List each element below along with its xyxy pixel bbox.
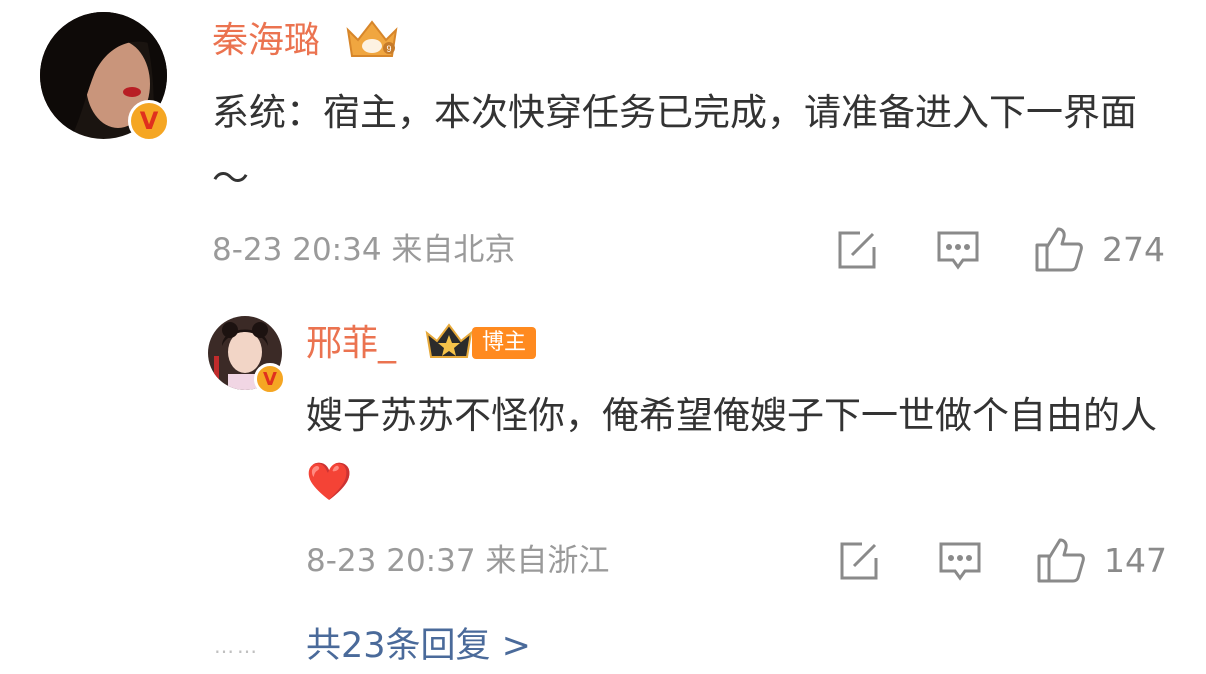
comment-meta: 8-23 20:34 来自北京: [212, 230, 515, 270]
reply-thumbs-up-icon[interactable]: [1036, 536, 1086, 588]
reply-crown-icon[interactable]: [424, 321, 474, 363]
reply-comment-icon[interactable]: [938, 540, 982, 588]
crown-badge-icon[interactable]: 9: [344, 16, 400, 64]
reply-verified-v-icon: V: [254, 363, 286, 395]
comment-icon[interactable]: [936, 229, 980, 277]
verified-v-icon: V: [128, 100, 170, 142]
view-all-replies-link[interactable]: 共23条回复 >: [306, 624, 531, 668]
host-badge: 博主: [472, 327, 537, 359]
reply-time: 20:37: [386, 543, 476, 579]
reply-username[interactable]: 邢菲_: [306, 322, 396, 366]
reply-text: 嫂子苏苏不怪你，俺希望俺嫂子下一世做个自由的人 ❤️: [306, 383, 1166, 515]
heart-emoji: ❤️: [306, 460, 353, 503]
reply-meta: 8-23 20:37 来自浙江: [306, 541, 609, 581]
reply-like-count: 147: [1104, 541, 1167, 580]
thumbs-up-icon[interactable]: [1034, 225, 1084, 277]
edit-icon[interactable]: [836, 229, 878, 275]
ellipsis-divider: ……: [214, 634, 260, 658]
reply-edit-icon[interactable]: [838, 540, 880, 586]
comment-text: 系统：宿主，本次快穿任务已完成，请准备进入下一界面～: [212, 91, 1137, 200]
svg-text:9: 9: [386, 44, 391, 54]
reply-text-content: 嫂子苏苏不怪你，俺希望俺嫂子下一世做个自由的人: [306, 394, 1157, 437]
comment-location: 来自北京: [391, 232, 516, 268]
like-count: 274: [1102, 230, 1165, 269]
reply-location: 来自浙江: [485, 543, 610, 579]
comment-date: 8-23: [212, 232, 283, 268]
reply-date: 8-23: [306, 543, 377, 579]
comment-time: 20:34: [292, 232, 382, 268]
commenter-username[interactable]: 秦海璐: [212, 19, 320, 63]
